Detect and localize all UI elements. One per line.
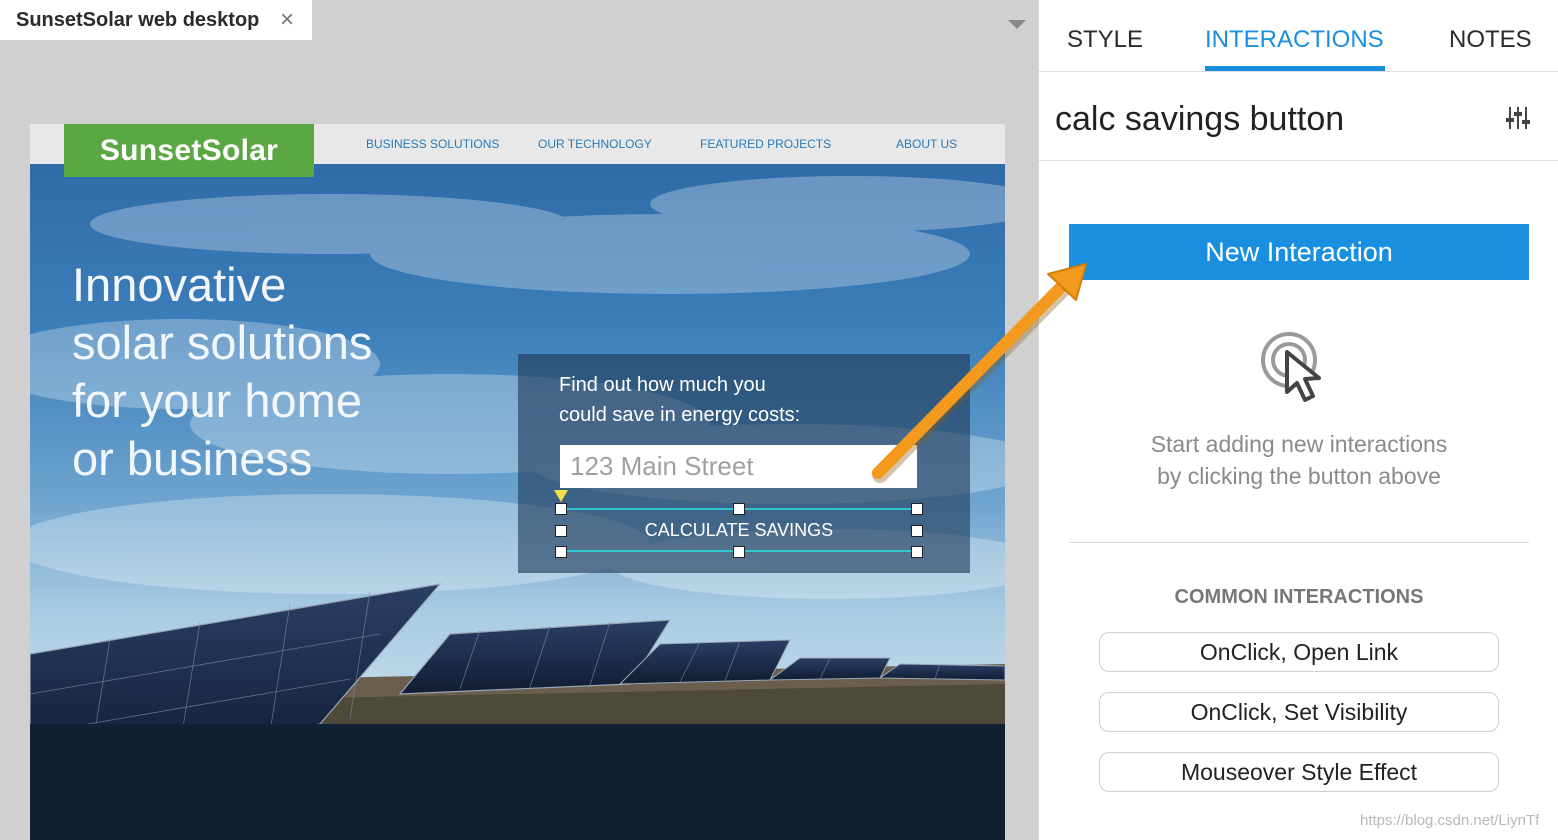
dropdown-icon[interactable] — [1008, 20, 1026, 29]
savings-calculator-box[interactable]: Find out how much you could save in ener… — [518, 354, 970, 573]
panel-divider — [1069, 542, 1529, 543]
panel-tabs: STYLE INTERACTIONS NOTES — [1039, 0, 1558, 72]
common-interactions-heading: COMMON INTERACTIONS — [1174, 586, 1424, 608]
dark-footer-band — [30, 724, 1005, 840]
watermark: https://blog.csdn.net/LiynTf — [1360, 812, 1540, 829]
selection-handle[interactable] — [733, 503, 745, 515]
hero-section: Innovative solar solutions for your home… — [30, 164, 1005, 724]
hero-headline-line: solar solutions — [72, 316, 373, 369]
selected-element-name[interactable]: calc savings button — [1055, 100, 1344, 139]
active-tab-indicator — [1205, 66, 1385, 71]
selection-handle[interactable] — [555, 503, 567, 515]
empty-hint-line: by clicking the button above — [1157, 463, 1441, 489]
document-tab-title: SunsetSolar web desktop — [16, 8, 260, 31]
artboard[interactable]: BUSINESS SOLUTIONS OUR TECHNOLOGY FEATUR… — [30, 124, 1005, 840]
canvas-area[interactable]: SunsetSolar web desktop × BUSINESS SOLUT… — [0, 0, 1038, 840]
site-logo[interactable]: SunsetSolar — [64, 124, 314, 177]
new-interaction-button[interactable]: New Interaction — [1069, 224, 1529, 280]
touch-pointer-icon — [1261, 332, 1321, 402]
hero-headline-line: or business — [72, 432, 313, 485]
empty-hint-line: Start adding new interactions — [1150, 431, 1448, 457]
selection-handle[interactable] — [555, 546, 567, 558]
calculator-prompt: Find out how much you could save in ener… — [559, 370, 859, 430]
anchor-marker-icon[interactable] — [554, 490, 568, 502]
hero-headline: Innovative solar solutions for your home… — [72, 256, 472, 488]
close-icon[interactable]: × — [280, 8, 294, 32]
selection-handle[interactable] — [733, 546, 745, 558]
hero-headline-line: Innovative — [72, 258, 287, 311]
tab-notes[interactable]: NOTES — [1449, 26, 1532, 54]
nav-link-our-technology[interactable]: OUR TECHNOLOGY — [538, 137, 652, 151]
selection-handle[interactable] — [911, 525, 923, 537]
tab-interactions[interactable]: INTERACTIONS — [1205, 26, 1384, 54]
properties-panel: STYLE INTERACTIONS NOTES calc savings bu… — [1038, 0, 1558, 840]
mouseover-style-effect-button[interactable]: Mouseover Style Effect — [1099, 752, 1499, 792]
nav-link-featured-projects[interactable]: FEATURED PROJECTS — [700, 137, 831, 151]
hero-headline-line: for your home — [72, 374, 362, 427]
site-logo-text: SunsetSolar — [99, 133, 279, 167]
tab-style[interactable]: STYLE — [1067, 26, 1143, 54]
nav-link-business-solutions[interactable]: BUSINESS SOLUTIONS — [366, 137, 499, 151]
calculator-prompt-line: could save in energy costs: — [559, 404, 801, 426]
selection-handle[interactable] — [911, 503, 923, 515]
nav-link-about-us[interactable]: ABOUT US — [896, 137, 957, 151]
selection-handle[interactable] — [555, 525, 567, 537]
onclick-open-link-button[interactable]: OnClick, Open Link — [1099, 632, 1499, 672]
document-tab[interactable]: SunsetSolar web desktop × — [0, 0, 312, 40]
calculator-prompt-line: Find out how much you — [559, 374, 766, 396]
selection-handle[interactable] — [911, 546, 923, 558]
onclick-set-visibility-button[interactable]: OnClick, Set Visibility — [1099, 692, 1499, 732]
settings-sliders-icon[interactable] — [1505, 105, 1531, 131]
empty-state-hint: Start adding new interactions by clickin… — [1099, 428, 1499, 492]
panel-header: calc savings button — [1039, 72, 1558, 161]
address-input[interactable] — [560, 445, 917, 488]
